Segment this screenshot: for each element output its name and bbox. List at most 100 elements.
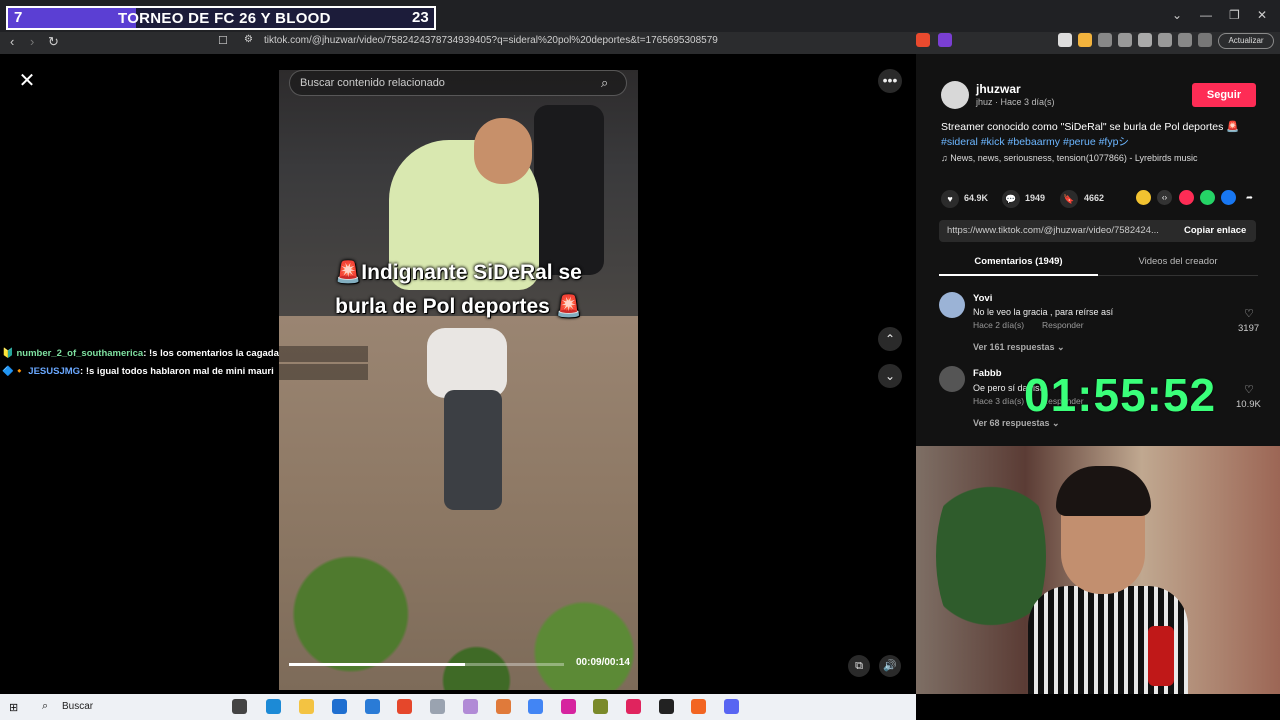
leo-icon[interactable]: [1178, 33, 1192, 47]
comment-time: Hace 2 día(s): [973, 320, 1025, 330]
task-view-icon[interactable]: [232, 699, 247, 714]
chat-badge-icon: 🔰: [2, 348, 17, 359]
taskbar-search-label: Buscar: [62, 701, 94, 712]
comment-author[interactable]: Fabbb: [973, 368, 1002, 379]
media-icon[interactable]: [626, 699, 641, 714]
like-icon[interactable]: ♥: [941, 190, 959, 208]
bookmark-icon[interactable]: ☐: [218, 34, 228, 47]
sidebar-icon[interactable]: [1138, 33, 1152, 47]
floating-player-button[interactable]: ⧉: [848, 655, 870, 677]
chat-message: 🔰 number_2_of_southamerica: !s los comen…: [0, 346, 368, 362]
copy-link-button[interactable]: Copiar enlace: [1184, 225, 1246, 236]
extension-icon[interactable]: [1058, 33, 1072, 47]
app-icon[interactable]: [496, 699, 511, 714]
microphone: [1148, 626, 1174, 686]
like-count: 64.9K: [964, 193, 989, 203]
comment-avatar[interactable]: [939, 366, 965, 392]
video-player[interactable]: Buscar contenido relacionado ⌕ 🚨Indignan…: [279, 70, 638, 690]
author-meta: jhuz · Hace 3 día(s): [976, 97, 1055, 107]
obs-icon[interactable]: [659, 699, 674, 714]
comment-icon[interactable]: 💬: [1002, 190, 1020, 208]
brave-icon[interactable]: [397, 699, 412, 714]
search-icon[interactable]: ⌕: [601, 75, 608, 91]
comment-like-count: 3197: [1238, 323, 1260, 334]
music-link[interactable]: ♫ News, news, seriousness, tension(10778…: [941, 153, 1198, 163]
tab-list-icon[interactable]: ⌄: [1172, 8, 1182, 22]
discord-icon[interactable]: [724, 699, 739, 714]
share-arrow-icon[interactable]: ➦: [1242, 190, 1257, 205]
view-replies-button[interactable]: Ver 161 respuestas ⌄: [973, 342, 1065, 353]
edge-icon[interactable]: [266, 699, 281, 714]
streamer-hair: [1056, 466, 1151, 516]
mail-icon[interactable]: [365, 699, 380, 714]
next-video-button[interactable]: ⌄: [878, 364, 902, 388]
update-button[interactable]: Actualizar: [1218, 33, 1274, 49]
extension-icon[interactable]: [1078, 33, 1092, 47]
send-icon[interactable]: [1179, 190, 1194, 205]
minimize-icon[interactable]: —: [1200, 8, 1212, 22]
reply-button[interactable]: Responder: [1042, 320, 1084, 330]
emoji-share-icon[interactable]: [1136, 190, 1151, 205]
author-name[interactable]: jhuzwar: [976, 82, 1021, 96]
comment-time: Hace 3 día(s): [973, 396, 1025, 406]
comment-text: No le veo la gracia , para reírse así: [973, 307, 1114, 317]
comment-avatar[interactable]: [939, 292, 965, 318]
save-count: 4662: [1084, 193, 1105, 203]
app-icon[interactable]: [463, 699, 478, 714]
embed-icon[interactable]: ‹›: [1157, 190, 1172, 205]
app-icon[interactable]: [691, 699, 706, 714]
taskbar-search[interactable]: ⌕ Buscar: [34, 697, 210, 717]
volume-button[interactable]: 🔊: [879, 655, 901, 677]
puzzle-icon[interactable]: [1098, 33, 1112, 47]
heart-icon[interactable]: ♡: [1244, 383, 1254, 396]
gaming-chair: [534, 105, 604, 275]
restore-icon[interactable]: ❐: [1229, 8, 1240, 22]
child-figure: [427, 328, 507, 398]
previous-video-button[interactable]: ⌃: [878, 327, 902, 351]
progress-fill: [289, 663, 465, 666]
video-caption: 🚨Indignante SiDeRal se burla de Pol depo…: [279, 256, 638, 324]
facebook-icon[interactable]: [1221, 190, 1236, 205]
reload-icon[interactable]: ↻: [48, 34, 59, 50]
post-link[interactable]: https://www.tiktok.com/@jhuzwar/video/75…: [947, 225, 1159, 236]
chrome-icon[interactable]: [528, 699, 543, 714]
app-icon[interactable]: [430, 699, 445, 714]
file-explorer-icon[interactable]: [299, 699, 314, 714]
tab-comments[interactable]: Comentarios (1949): [939, 256, 1098, 276]
close-icon[interactable]: ✕: [16, 70, 38, 92]
vpn-icon[interactable]: [1198, 33, 1212, 47]
follow-button[interactable]: Seguir: [1192, 83, 1256, 107]
comment-like-count: 10.9K: [1236, 399, 1261, 410]
instagram-icon[interactable]: [561, 699, 576, 714]
tab-creator-videos[interactable]: Videos del creador: [1098, 256, 1258, 276]
rewards-icon[interactable]: [938, 33, 952, 47]
more-options-button[interactable]: •••: [878, 69, 902, 93]
forward-icon[interactable]: ›: [30, 34, 34, 49]
post-hashtags[interactable]: #sideral #kick #bebaarmy #perue #fypシ: [941, 134, 1129, 149]
start-icon[interactable]: ⊞: [9, 701, 18, 714]
related-search-input[interactable]: Buscar contenido relacionado: [289, 70, 627, 96]
heart-icon[interactable]: ♡: [1244, 307, 1254, 320]
scoreboard: 7 TORNEO DE FC 26 Y BLOOD 23: [6, 6, 436, 30]
comment-author[interactable]: Yovi: [973, 293, 992, 304]
music-icon[interactable]: [1118, 33, 1132, 47]
url-text[interactable]: tiktok.com/@jhuzwar/video/75824243787349…: [264, 35, 718, 46]
video-time: 00:09/00:14: [576, 657, 630, 668]
site-info-icon[interactable]: ⚙: [244, 34, 253, 45]
store-icon[interactable]: [332, 699, 347, 714]
close-window-icon[interactable]: ✕: [1257, 8, 1267, 22]
progress-bar[interactable]: [289, 663, 564, 666]
whatsapp-icon[interactable]: [1200, 190, 1215, 205]
child-legs: [444, 390, 502, 510]
chat-text: : !s igual todos hablaron mal de mini ma…: [80, 366, 274, 377]
wallet-icon[interactable]: [1158, 33, 1172, 47]
left-score: 7: [14, 9, 23, 26]
brave-shield-icon[interactable]: [916, 33, 930, 47]
app-icon[interactable]: [593, 699, 608, 714]
save-icon[interactable]: 🔖: [1060, 190, 1078, 208]
webcam-feed: [916, 446, 1280, 694]
comment-count: 1949: [1025, 193, 1046, 203]
author-avatar[interactable]: [941, 81, 969, 109]
back-icon[interactable]: ‹: [10, 34, 14, 49]
chat-badge-icon: 🔷🔸: [2, 366, 29, 377]
